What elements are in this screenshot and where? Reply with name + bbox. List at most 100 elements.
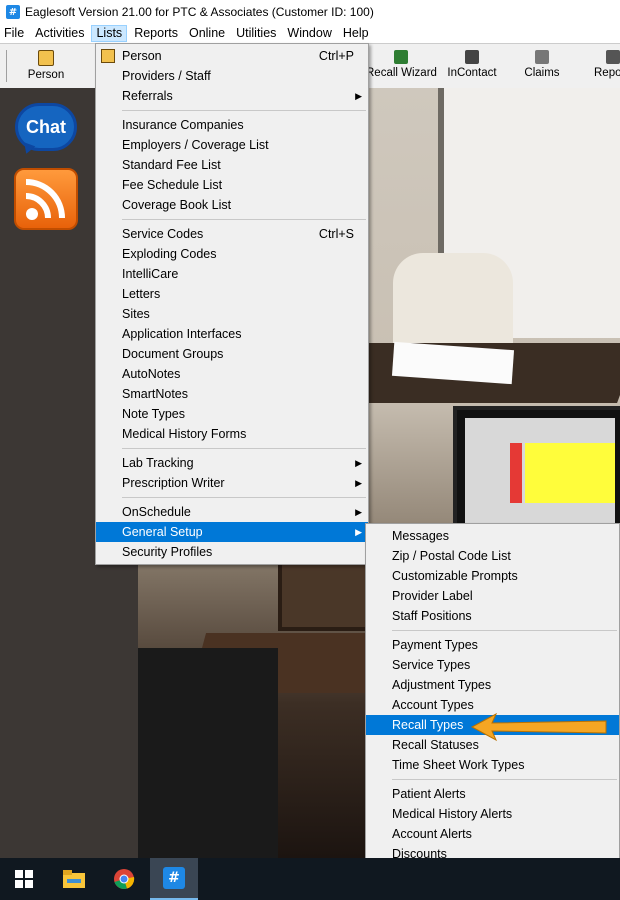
menu-item-label: Letters bbox=[122, 287, 161, 301]
menu-bar: File Activities Lists Reports Online Uti… bbox=[0, 24, 620, 43]
menu-item-label: Time Sheet Work Types bbox=[392, 758, 525, 772]
menu-item-label: Account Alerts bbox=[392, 827, 472, 841]
menu-help[interactable]: Help bbox=[339, 25, 373, 42]
toolbar-separator bbox=[6, 50, 7, 82]
rss-button[interactable] bbox=[14, 168, 78, 230]
recall-wizard-toolbar-button[interactable]: Recall Wizard bbox=[366, 48, 437, 86]
menu-item-label: Service Types bbox=[392, 658, 471, 672]
general-setup-item-medical-history-alerts[interactable]: Medical History Alerts bbox=[366, 804, 619, 824]
lists-menu-item-sites[interactable]: Sites bbox=[96, 304, 368, 324]
menu-item-label: General Setup bbox=[122, 525, 203, 539]
lists-menu-item-medical-history-forms[interactable]: Medical History Forms bbox=[96, 424, 368, 444]
window-title: Eaglesoft Version 21.00 for PTC & Associ… bbox=[25, 5, 374, 19]
lists-menu-item-coverage-book-list[interactable]: Coverage Book List bbox=[96, 195, 368, 215]
menu-item-label: Sites bbox=[122, 307, 150, 321]
lists-menu-item-letters[interactable]: Letters bbox=[96, 284, 368, 304]
menu-item-label: Lab Tracking bbox=[122, 456, 194, 470]
recall-wizard-icon bbox=[394, 50, 408, 64]
menu-separator bbox=[392, 779, 617, 780]
menu-item-label: Customizable Prompts bbox=[392, 569, 518, 583]
menu-online[interactable]: Online bbox=[185, 25, 229, 42]
lists-menu-item-note-types[interactable]: Note Types bbox=[96, 404, 368, 424]
reports-button-label: Repo bbox=[594, 67, 620, 79]
claims-toolbar-button[interactable]: Claims bbox=[516, 48, 568, 86]
lists-menu-item-application-interfaces[interactable]: Application Interfaces bbox=[96, 324, 368, 344]
lists-menu-item-exploding-codes[interactable]: Exploding Codes bbox=[96, 244, 368, 264]
general-setup-item-payment-types[interactable]: Payment Types bbox=[366, 635, 619, 655]
windows-taskbar: # bbox=[0, 858, 620, 900]
reports-toolbar-button[interactable]: Repo bbox=[588, 48, 620, 86]
general-setup-item-patient-alerts[interactable]: Patient Alerts bbox=[366, 784, 619, 804]
lists-menu-item-standard-fee-list[interactable]: Standard Fee List bbox=[96, 155, 368, 175]
lists-menu-item-insurance-companies[interactable]: Insurance Companies bbox=[96, 115, 368, 135]
general-setup-item-service-types[interactable]: Service Types bbox=[366, 655, 619, 675]
incontact-icon bbox=[465, 50, 479, 64]
photo-screen-red-block bbox=[510, 443, 522, 503]
lists-menu-item-general-setup[interactable]: General Setup ▶ bbox=[96, 522, 368, 542]
lists-menu-item-smartnotes[interactable]: SmartNotes bbox=[96, 384, 368, 404]
menu-separator bbox=[122, 497, 366, 498]
menu-item-label: Recall Statuses bbox=[392, 738, 479, 752]
person-icon bbox=[101, 49, 115, 63]
menu-separator bbox=[122, 110, 366, 111]
lists-menu-item-onschedule[interactable]: OnSchedule ▶ bbox=[96, 502, 368, 522]
general-setup-item-customizable-prompts[interactable]: Customizable Prompts bbox=[366, 566, 619, 586]
chrome-icon bbox=[114, 869, 135, 889]
menu-item-label: Adjustment Types bbox=[392, 678, 492, 692]
photo-monitor-screen bbox=[465, 418, 615, 528]
lists-menu-item-fee-schedule-list[interactable]: Fee Schedule List bbox=[96, 175, 368, 195]
lists-menu-item-document-groups[interactable]: Document Groups bbox=[96, 344, 368, 364]
general-setup-item-staff-positions[interactable]: Staff Positions bbox=[366, 606, 619, 626]
menu-lists[interactable]: Lists bbox=[91, 25, 128, 42]
eaglesoft-app-icon: # bbox=[6, 5, 20, 19]
menu-window[interactable]: Window bbox=[283, 25, 335, 42]
lists-menu-item-referrals[interactable]: Referrals ▶ bbox=[96, 86, 368, 106]
general-setup-item-zip-postal-code-list[interactable]: Zip / Postal Code List bbox=[366, 546, 619, 566]
lists-menu-item-autonotes[interactable]: AutoNotes bbox=[96, 364, 368, 384]
general-setup-item-provider-label[interactable]: Provider Label bbox=[366, 586, 619, 606]
chrome-button[interactable] bbox=[100, 858, 148, 900]
lists-menu-item-intellicare[interactable]: IntelliCare bbox=[96, 264, 368, 284]
menu-item-label: Security Profiles bbox=[122, 545, 213, 559]
menu-item-label: SmartNotes bbox=[122, 387, 188, 401]
menu-item-label: Messages bbox=[392, 529, 449, 543]
general-setup-item-messages[interactable]: Messages bbox=[366, 526, 619, 546]
lists-menu-item-prescription-writer[interactable]: Prescription Writer ▶ bbox=[96, 473, 368, 493]
submenu-arrow-icon: ▶ bbox=[355, 478, 362, 488]
start-button[interactable] bbox=[0, 858, 48, 900]
general-setup-item-adjustment-types[interactable]: Adjustment Types bbox=[366, 675, 619, 695]
submenu-arrow-icon: ▶ bbox=[355, 91, 362, 101]
menu-activities[interactable]: Activities bbox=[31, 25, 88, 42]
menu-item-label: Payment Types bbox=[392, 638, 478, 652]
chat-label: Chat bbox=[26, 116, 66, 137]
file-explorer-button[interactable] bbox=[50, 858, 98, 900]
lists-menu-item-employers-coverage-list[interactable]: Employers / Coverage List bbox=[96, 135, 368, 155]
menu-item-label: Recall Types bbox=[392, 718, 464, 732]
menu-utilities[interactable]: Utilities bbox=[232, 25, 280, 42]
lists-menu-item-lab-tracking[interactable]: Lab Tracking ▶ bbox=[96, 453, 368, 473]
lists-menu-item-person[interactable]: Person Ctrl+P bbox=[96, 46, 368, 66]
general-setup-item-time-sheet-work-types[interactable]: Time Sheet Work Types bbox=[366, 755, 619, 775]
menu-item-label: Coverage Book List bbox=[122, 198, 232, 212]
menu-reports[interactable]: Reports bbox=[130, 25, 182, 42]
incontact-toolbar-button[interactable]: InContact bbox=[444, 48, 500, 86]
eaglesoft-taskbar-button[interactable]: # bbox=[150, 858, 198, 900]
general-setup-item-account-alerts[interactable]: Account Alerts bbox=[366, 824, 619, 844]
menu-item-label: OnSchedule bbox=[122, 505, 191, 519]
menu-file[interactable]: File bbox=[0, 25, 28, 42]
lists-menu-item-providers-staff[interactable]: Providers / Staff bbox=[96, 66, 368, 86]
menu-item-label: Account Types bbox=[392, 698, 474, 712]
lists-menu-item-service-codes[interactable]: Service Codes Ctrl+S bbox=[96, 224, 368, 244]
person-toolbar-button[interactable]: Person bbox=[18, 48, 74, 86]
menu-item-shortcut: Ctrl+P bbox=[318, 49, 354, 63]
rss-icon bbox=[25, 179, 65, 220]
submenu-arrow-icon: ▶ bbox=[355, 527, 362, 537]
menu-item-label: Zip / Postal Code List bbox=[392, 549, 511, 563]
recall-wizard-button-label: Recall Wizard bbox=[366, 67, 437, 79]
menu-separator bbox=[122, 219, 366, 220]
menu-item-label: AutoNotes bbox=[122, 367, 181, 381]
lists-menu-item-security-profiles[interactable]: Security Profiles bbox=[96, 542, 368, 562]
menu-item-label: IntelliCare bbox=[122, 267, 179, 281]
menu-item-label: Document Groups bbox=[122, 347, 224, 361]
person-icon bbox=[38, 50, 54, 66]
